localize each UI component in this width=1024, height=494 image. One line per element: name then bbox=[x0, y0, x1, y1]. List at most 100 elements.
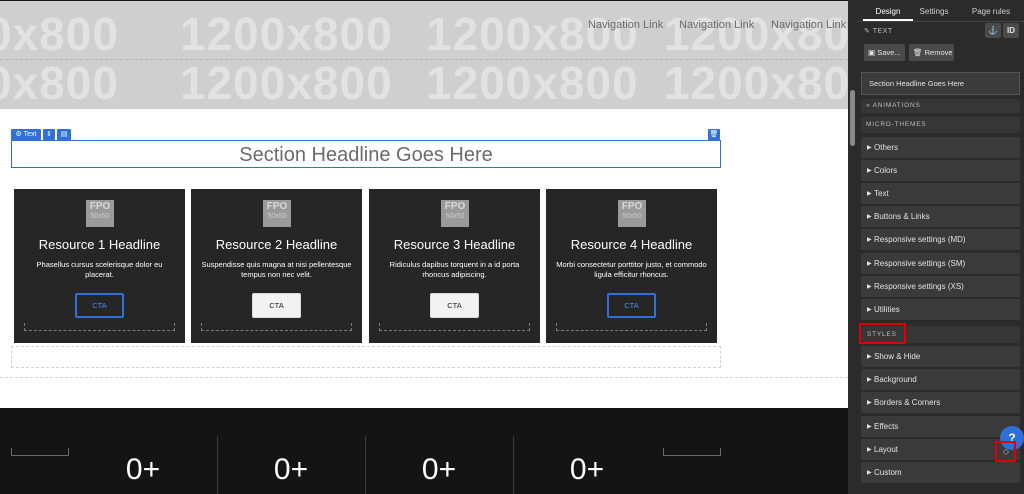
caret-right-icon: ▶ bbox=[867, 447, 872, 453]
card-text[interactable]: Phasellus cursus scelerisque dolor eu pl… bbox=[24, 260, 175, 280]
caret-right-icon: ▶ bbox=[867, 354, 872, 360]
id-button[interactable]: ID bbox=[1003, 23, 1019, 38]
accordion-colors[interactable]: ▶ Colors bbox=[861, 160, 1020, 182]
accordion-show-hide[interactable]: ▶ Show & Hide bbox=[861, 346, 1020, 368]
accordion-utilities[interactable]: ▶ Utilities bbox=[861, 299, 1020, 321]
image-placeholder: FPO 50x50 bbox=[86, 200, 114, 227]
stat-number[interactable]: 0+ bbox=[547, 453, 627, 487]
trash-icon: 🗑 bbox=[913, 48, 923, 57]
move-handle-icon[interactable]: ⇕ bbox=[43, 129, 55, 140]
card-title[interactable]: Resource 3 Headline bbox=[369, 237, 540, 252]
stat-number[interactable]: 0+ bbox=[399, 453, 479, 487]
drop-zone bbox=[379, 323, 530, 331]
section-headline[interactable]: Section Headline Goes Here bbox=[12, 144, 720, 167]
drop-zone bbox=[201, 323, 352, 331]
cta-button[interactable]: CTA bbox=[252, 293, 301, 318]
caret-right-icon: ▶ bbox=[867, 261, 872, 267]
anchor-icon[interactable]: ⚓ bbox=[985, 23, 1001, 38]
cta-button[interactable]: CTA bbox=[75, 293, 124, 318]
placeholder-text: 1200x800 bbox=[664, 57, 848, 109]
image-placeholder: FPO 50x50 bbox=[618, 200, 646, 227]
caret-right-icon: ▶ bbox=[867, 424, 872, 430]
card-text[interactable]: Ridiculus dapibus torquent in a id porta… bbox=[379, 260, 530, 280]
divider bbox=[857, 21, 1024, 22]
selected-element-field[interactable]: Section Headline Goes Here bbox=[861, 72, 1020, 95]
cta-button[interactable]: CTA bbox=[430, 293, 479, 318]
drop-zone bbox=[24, 323, 175, 331]
card-text[interactable]: Morbi consectetur porttitor justo, et co… bbox=[556, 260, 707, 280]
selected-element-tag[interactable]: ⚙ Text bbox=[11, 129, 41, 140]
trash-icon[interactable]: 🗑 bbox=[708, 129, 720, 140]
save-icon: ▣ bbox=[868, 48, 876, 57]
divider bbox=[217, 436, 218, 494]
resource-card[interactable]: FPO 50x50 Resource 4 Headline Morbi conse… bbox=[546, 189, 717, 343]
accordion-buttons-links[interactable]: ▶ Buttons & Links bbox=[861, 206, 1020, 228]
placeholder-text: 0x800 bbox=[0, 8, 119, 60]
placeholder-text: 1200x800 bbox=[426, 57, 639, 109]
save-button[interactable]: ▣ Save... bbox=[864, 44, 905, 61]
placeholder-text: 1200x800 bbox=[426, 8, 639, 60]
nav-link[interactable]: Navigation Link bbox=[588, 19, 663, 31]
stat-number[interactable]: 0+ bbox=[251, 453, 331, 487]
drop-zone bbox=[556, 323, 707, 331]
accordion-effects[interactable]: ▶ Effects bbox=[861, 416, 1020, 438]
caret-right-icon: ▶ bbox=[867, 307, 872, 313]
micro-themes-header: MICRO-THEMES bbox=[861, 117, 1020, 133]
accordion-borders-corners[interactable]: ▶ Borders & Corners bbox=[861, 392, 1020, 414]
design-panel: Design Settings Page rules ✎ TEXT ⚓ ID ▣… bbox=[857, 0, 1024, 494]
scrollbar-thumb[interactable] bbox=[850, 90, 855, 146]
caret-right-icon: ▶ bbox=[867, 284, 872, 290]
animations-toggle[interactable]: » ANIMATIONS bbox=[861, 99, 1020, 113]
placeholder-text: 1200x800 bbox=[180, 57, 393, 109]
canvas-scrollbar[interactable] bbox=[848, 0, 857, 494]
placeholder-text: 1200x800 bbox=[664, 8, 848, 60]
accordion-responsive-xs[interactable]: ▶ Responsive settings (XS) bbox=[861, 276, 1020, 298]
card-title[interactable]: Resource 1 Headline bbox=[14, 237, 185, 252]
drop-zone bbox=[11, 346, 721, 368]
tab-page-rules[interactable]: Page rules bbox=[965, 7, 1017, 16]
styles-highlight-box bbox=[859, 323, 906, 344]
stat-number[interactable]: 0+ bbox=[103, 453, 183, 487]
drop-zone bbox=[11, 448, 69, 456]
pen-icon: ✎ bbox=[864, 28, 871, 35]
hero-section[interactable]: 0x800 1200x800 1200x800 1200x800 0x800 1… bbox=[0, 1, 848, 109]
accordion-text[interactable]: ▶ Text bbox=[861, 183, 1020, 205]
card-text[interactable]: Suspendisse quis magna at nisi pellentes… bbox=[201, 260, 352, 280]
caret-right-icon: ▶ bbox=[867, 400, 872, 406]
resource-card[interactable]: FPO 50x50 Resource 2 Headline Suspendisse… bbox=[191, 189, 362, 343]
divider bbox=[365, 436, 366, 494]
chevron-right-icon: » bbox=[866, 102, 871, 109]
cta-button[interactable]: CTA bbox=[607, 293, 656, 318]
caret-right-icon: ▶ bbox=[867, 191, 872, 197]
caret-right-icon: ▶ bbox=[867, 237, 872, 243]
tab-settings[interactable]: Settings bbox=[912, 7, 956, 16]
reset-icon[interactable]: ◇ bbox=[1001, 447, 1011, 457]
drop-zone bbox=[0, 368, 848, 378]
gear-icon: ⚙ bbox=[15, 131, 22, 138]
resource-card[interactable]: FPO 50x50 Resource 1 Headline Phasellus c… bbox=[14, 189, 185, 343]
headline-selection-box[interactable]: Section Headline Goes Here bbox=[11, 140, 721, 168]
accordion-custom[interactable]: ▶ Custom bbox=[861, 462, 1020, 484]
card-title[interactable]: Resource 4 Headline bbox=[546, 237, 717, 252]
resource-card[interactable]: FPO 50x50 Resource 3 Headline Ridiculus d… bbox=[369, 189, 540, 343]
card-title[interactable]: Resource 2 Headline bbox=[191, 237, 362, 252]
accordion-background[interactable]: ▶ Background bbox=[861, 369, 1020, 391]
caret-right-icon: ▶ bbox=[867, 145, 872, 151]
page-canvas[interactable]: 0x800 1200x800 1200x800 1200x800 0x800 1… bbox=[0, 0, 848, 494]
divider bbox=[513, 436, 514, 494]
image-placeholder: FPO 50x50 bbox=[441, 200, 469, 227]
nav-link[interactable]: Navigation Link bbox=[679, 19, 754, 31]
placeholder-text: 1200x800 bbox=[180, 8, 393, 60]
tab-design[interactable]: Design bbox=[863, 7, 913, 16]
accordion-others[interactable]: ▶ Others bbox=[861, 137, 1020, 159]
remove-button[interactable]: 🗑 Remove bbox=[909, 44, 954, 61]
accordion-responsive-sm[interactable]: ▶ Responsive settings (SM) bbox=[861, 253, 1020, 275]
divider bbox=[0, 59, 848, 60]
nav-link[interactable]: Navigation Link bbox=[771, 19, 846, 31]
accordion-responsive-md[interactable]: ▶ Responsive settings (MD) bbox=[861, 229, 1020, 251]
caret-right-icon: ▶ bbox=[867, 168, 872, 174]
element-settings-icon[interactable]: ▤ bbox=[57, 129, 71, 140]
image-placeholder: FPO 50x50 bbox=[263, 200, 291, 227]
stats-section[interactable]: 0+ 0+ 0+ 0+ bbox=[0, 408, 848, 494]
caret-right-icon: ▶ bbox=[867, 377, 872, 383]
